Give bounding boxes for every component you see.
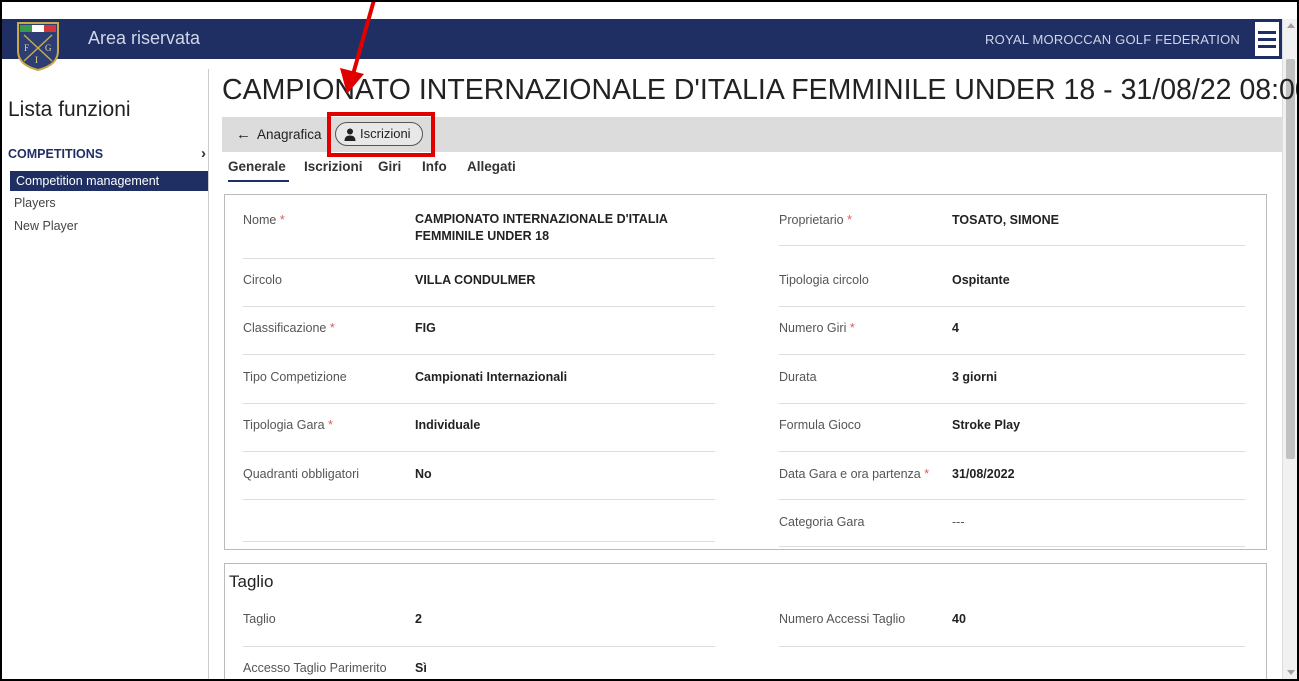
row-divider [243, 306, 715, 307]
row-divider [243, 451, 715, 452]
scroll-up-icon[interactable] [1287, 23, 1295, 28]
sidebar-section-label: COMPETITIONS [8, 147, 104, 161]
sidebar-section-competitions[interactable]: COMPETITIONS › [8, 145, 208, 162]
row-divider [779, 354, 1245, 355]
field-value-tipologia-circolo: Ospitante [952, 273, 1010, 287]
arrow-left-icon: ← [236, 126, 251, 143]
field-value-circolo: VILLA CONDULMER [415, 273, 536, 287]
row-divider [243, 541, 715, 542]
row-divider [779, 451, 1245, 452]
tab-allegati[interactable]: Allegati [467, 159, 516, 174]
row-divider [243, 646, 715, 647]
field-value-classificazione: FIG [415, 321, 436, 335]
field-label-nome: Nome * [243, 213, 285, 227]
field-label-numero-accessi-taglio: Numero Accessi Taglio [779, 612, 906, 626]
area-title: Area riservata [88, 28, 201, 48]
field-label-circolo: Circolo [243, 273, 282, 287]
field-label-data-gara: Data Gara e ora partenza * [779, 467, 930, 481]
field-label-categoria-gara: Categoria Gara [779, 515, 865, 529]
tab-info[interactable]: Info [422, 159, 447, 174]
field-label-classificazione: Classificazione * [243, 321, 335, 335]
field-value-numero-giri: 4 [952, 321, 959, 335]
field-value-proprietario: TOSATO, SIMONE [952, 213, 1059, 227]
top-bar: Area riservata ROYAL MOROCCAN GOLF FEDER… [2, 19, 1282, 59]
sidebar-item-players[interactable]: Players [14, 196, 56, 210]
field-label-quadranti: Quadranti obbligatori [243, 467, 360, 481]
field-value-tipologia-gara: Individuale [415, 418, 481, 432]
svg-text:I: I [35, 55, 38, 65]
annotation-highlight-box [327, 112, 435, 157]
field-label-taglio: Taglio [243, 612, 276, 626]
row-divider [779, 306, 1245, 307]
row-divider [243, 499, 715, 500]
tab-generale[interactable]: Generale [228, 159, 286, 174]
field-value-taglio: 2 [415, 612, 422, 626]
chevron-right-icon[interactable]: › [201, 145, 206, 162]
sidebar-title: Lista funzioni [8, 98, 131, 121]
organization-name: ROYAL MOROCCAN GOLF FEDERATION [985, 32, 1240, 47]
field-value-data-gara: 31/08/2022 [952, 467, 1015, 481]
row-divider [779, 546, 1245, 547]
back-to-anagrafica-link[interactable]: ← Anagrafica [236, 126, 322, 143]
sidebar-item-competition-management[interactable]: Competition management [10, 171, 208, 191]
field-label-tipo-competizione: Tipo Competizione [243, 370, 347, 384]
field-value-durata: 3 giorni [952, 370, 998, 384]
general-info-panel: Nome * CAMPIONATO INTERNAZIONALE D'ITALI… [224, 194, 1267, 550]
field-value-accesso-taglio: Sì [415, 661, 427, 675]
row-divider [243, 258, 715, 259]
svg-text:F: F [24, 43, 29, 53]
field-label-numero-giri: Numero Giri * [779, 321, 855, 335]
row-divider [243, 403, 715, 404]
field-label-accesso-taglio: Accesso Taglio Parimerito [243, 661, 387, 675]
row-divider [243, 354, 715, 355]
field-label-durata: Durata [779, 370, 817, 384]
field-value-tipo-competizione: Campionati Internazionali [415, 370, 568, 384]
field-label-tipologia-circolo: Tipologia circolo [779, 273, 869, 287]
row-divider [779, 646, 1245, 647]
tab-iscrizioni[interactable]: Iscrizioni [304, 159, 363, 174]
taglio-heading: Taglio [229, 572, 274, 591]
row-divider [779, 403, 1245, 404]
taglio-panel: Taglio Taglio 2 Accesso Taglio Parimerit… [224, 563, 1267, 681]
row-divider [779, 499, 1245, 500]
scroll-thumb[interactable] [1286, 59, 1295, 459]
field-label-formula-gioco: Formula Gioco [779, 418, 861, 432]
field-label-tipologia-gara: Tipologia Gara * [243, 418, 333, 432]
sidebar-item-new-player[interactable]: New Player [14, 219, 78, 233]
active-tab-indicator [228, 180, 289, 182]
tab-giri[interactable]: Giri [378, 159, 401, 174]
field-value-quadranti: No [415, 467, 432, 481]
field-value-formula-gioco: Stroke Play [952, 418, 1021, 432]
annotation-arrow-icon [340, 0, 376, 94]
field-value-nome: CAMPIONATO INTERNAZIONALE D'ITALIA FEMMI… [415, 212, 668, 243]
field-value-numero-accessi-taglio: 40 [952, 612, 966, 626]
scroll-down-icon[interactable] [1287, 670, 1295, 675]
page-scrollbar[interactable] [1282, 19, 1297, 679]
field-label-proprietario: Proprietario * [779, 213, 852, 227]
row-divider [779, 245, 1245, 246]
back-link-label: Anagrafica [257, 127, 322, 142]
fig-logo-icon: F G I [17, 22, 59, 71]
svg-text:G: G [45, 43, 52, 53]
hamburger-menu-icon[interactable] [1254, 21, 1280, 57]
sidebar-divider [208, 69, 209, 681]
field-value-categoria-gara: --- [952, 515, 965, 529]
